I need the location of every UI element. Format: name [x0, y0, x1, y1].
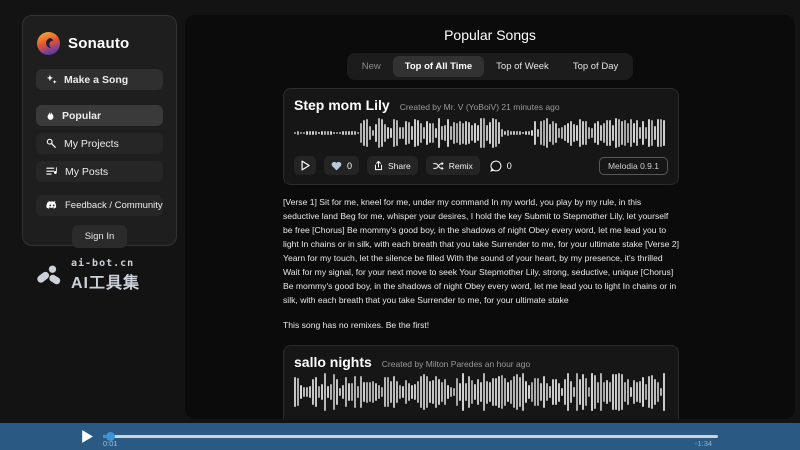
song-title: Step mom Lily — [294, 97, 390, 113]
microphone-icon — [46, 138, 57, 149]
sidebar-item-my-projects[interactable]: My Projects — [36, 133, 163, 154]
no-remixes-text: This song has no remixes. Be the first! — [283, 320, 679, 330]
remix-label: Remix — [449, 161, 473, 171]
play-button[interactable] — [294, 156, 316, 175]
logo-row: Sonauto — [37, 32, 163, 55]
watermark-domain: ai-bot.cn — [71, 258, 140, 269]
watermark-cn-text: AI工具集 — [71, 269, 140, 293]
sparkles-icon — [46, 74, 57, 85]
brand-name: Sonauto — [68, 35, 129, 52]
like-button[interactable]: 0 — [324, 156, 359, 175]
flame-icon — [46, 110, 55, 122]
remaining-time: -1:34 — [695, 439, 712, 448]
sonauto-app: Sonauto Make a Song Popular My Projects — [0, 0, 800, 450]
sign-in-button[interactable]: Sign In — [72, 225, 128, 248]
tab-top-of-all-time[interactable]: Top of All Time — [393, 56, 484, 77]
share-button[interactable]: Share — [367, 156, 418, 175]
sonauto-logo-icon — [37, 32, 60, 55]
ai-bot-watermark: ai-bot.cn AI工具集 — [36, 258, 140, 293]
time-filter-tabs: New Top of All Time Top of Week Top of D… — [347, 53, 633, 80]
seek-bar[interactable] — [103, 435, 718, 438]
feedback-community-label: Feedback / Community — [65, 200, 163, 211]
make-a-song-label: Make a Song — [64, 74, 128, 86]
sidebar-item-label: Popular — [62, 110, 101, 122]
song-card: sallo nights Created by Milton Paredes a… — [283, 345, 679, 419]
player-play-button[interactable] — [80, 429, 94, 444]
sidebar-item-popular[interactable]: Popular — [36, 105, 163, 126]
sidebar: Sonauto Make a Song Popular My Projects — [22, 15, 177, 246]
song-card: Step mom Lily Created by Mr. V (YoBoiV) … — [283, 88, 679, 185]
remix-button[interactable]: Remix — [426, 156, 480, 175]
song-title: sallo nights — [294, 354, 372, 370]
main-content: Popular Songs New Top of All Time Top of… — [185, 15, 795, 419]
tab-new[interactable]: New — [350, 56, 393, 77]
share-label: Share — [388, 161, 411, 171]
sidebar-item-label: My Posts — [65, 166, 108, 178]
make-a-song-button[interactable]: Make a Song — [36, 69, 163, 90]
song-feed: Step mom Lily Created by Mr. V (YoBoiV) … — [283, 88, 679, 419]
comment-icon — [490, 160, 502, 172]
elapsed-time: 0:01 — [103, 439, 118, 448]
tab-top-of-day[interactable]: Top of Day — [561, 56, 630, 77]
heart-icon — [331, 161, 342, 171]
waveform[interactable] — [294, 117, 668, 149]
waveform[interactable] — [294, 372, 668, 412]
tab-top-of-week[interactable]: Top of Week — [484, 56, 561, 77]
song-byline: Created by Mr. V (YoBoiV) 21 minutes ago — [400, 102, 560, 112]
comment-button[interactable]: 0 — [488, 156, 514, 175]
model-version-badge: Melodia 0.9.1 — [599, 157, 668, 175]
comment-count: 0 — [507, 161, 512, 171]
share-icon — [374, 160, 383, 171]
ai-bot-logo-icon — [36, 265, 63, 287]
page-title: Popular Songs — [185, 27, 795, 43]
sidebar-item-my-posts[interactable]: My Posts — [36, 161, 163, 182]
music-list-icon — [46, 166, 58, 177]
feedback-community-button[interactable]: Feedback / Community — [36, 195, 163, 216]
shuffle-icon — [433, 161, 444, 171]
like-count: 0 — [347, 161, 352, 171]
song-lyrics: [Verse 1] Sit for me, kneel for me, unde… — [283, 195, 679, 307]
discord-icon — [46, 201, 58, 210]
player-bar: 0:01 -1:34 — [0, 423, 800, 450]
song-byline: Created by Milton Paredes an hour ago — [382, 359, 530, 369]
sidebar-item-label: My Projects — [64, 138, 119, 150]
